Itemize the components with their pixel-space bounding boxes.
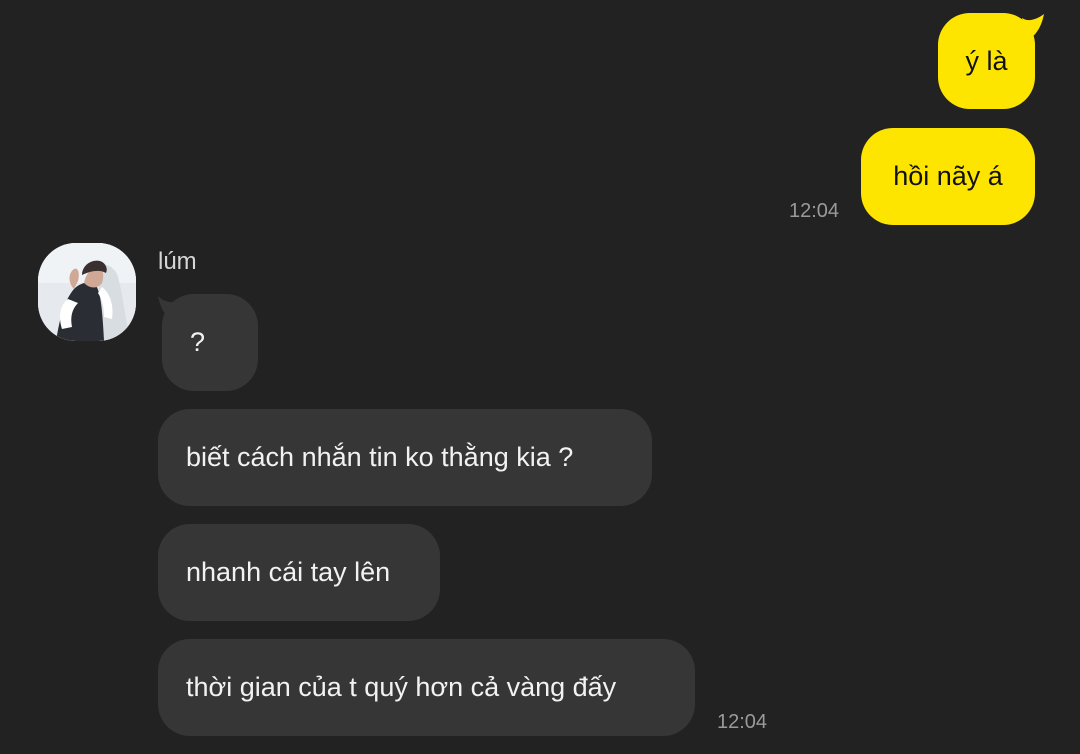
avatar[interactable] [38,243,136,341]
incoming-message[interactable]: nhanh cái tay lên [158,524,440,621]
message-text: biết cách nhắn tin ko thằng kia ? [186,442,574,472]
message-text: ý là [965,45,1008,76]
message-text: hồi nãy á [893,161,1003,191]
outgoing-timestamp: 12:04 [789,200,840,222]
message-text: nhanh cái tay lên [186,557,391,587]
outgoing-message[interactable]: hồi nãy á [861,128,1035,225]
incoming-message[interactable]: biết cách nhắn tin ko thằng kia ? [158,409,652,506]
outgoing-message[interactable]: ý là [938,13,1035,109]
profile-photo-icon [38,243,136,341]
incoming-message[interactable]: thời gian của t quý hơn cả vàng đấy [158,639,695,736]
incoming-message[interactable]: ? [162,294,258,391]
message-text: ? [190,327,206,357]
chat-view: ý là hồi nãy á 12:04 lúm ? biết cách nhắ… [0,0,1080,754]
incoming-timestamp: 12:04 [717,711,768,733]
message-text: thời gian của t quý hơn cả vàng đấy [186,672,617,702]
sender-name: lúm [158,248,197,275]
